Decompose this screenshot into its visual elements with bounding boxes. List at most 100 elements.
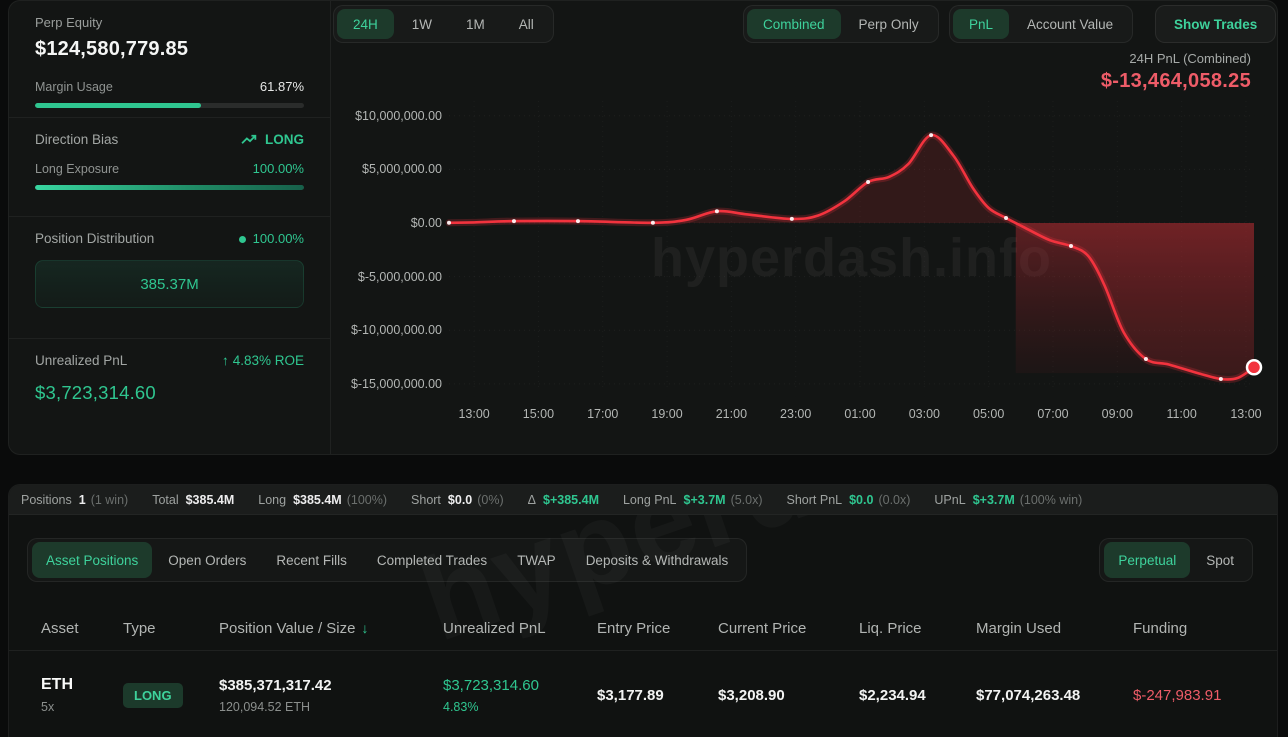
summary-sub: (0%) — [477, 493, 503, 507]
perp-equity-label: Perp Equity — [35, 15, 304, 30]
tab-completed-trades[interactable]: Completed Trades — [363, 542, 501, 578]
tab-deposits-withdrawals[interactable]: Deposits & Withdrawals — [572, 542, 743, 578]
metric-toggle: PnLAccount Value — [949, 5, 1133, 43]
x-tick-label: 07:00 — [1037, 407, 1068, 421]
data-point-marker — [715, 209, 719, 213]
position-side-badge: LONG — [123, 683, 183, 708]
metric-account-value[interactable]: Account Value — [1011, 9, 1129, 39]
column-label: Asset — [41, 620, 79, 637]
data-point-marker — [790, 217, 794, 221]
column-label: Funding — [1133, 620, 1187, 637]
chart-pnl-value: $-13,464,058.25 — [1101, 70, 1251, 93]
y-tick-label: $10,000,000.00 — [355, 109, 442, 123]
table-row[interactable]: ETH5xLONG$385,371,317.42120,094.52 ETH$3… — [9, 652, 1277, 737]
tab-recent-fills[interactable]: Recent Fills — [262, 542, 361, 578]
sort-desc-icon: ↓ — [361, 620, 368, 636]
x-tick-label: 13:00 — [458, 407, 489, 421]
funding-cell: $-247,983.91 — [1133, 687, 1277, 704]
column-label: Liq. Price — [859, 620, 922, 637]
y-tick-label: $0.00 — [411, 216, 442, 230]
y-tick-label: $-15,000,000.00 — [351, 377, 442, 391]
summary-long: Long$385.4M(100%) — [258, 493, 387, 507]
market-perpetual[interactable]: Perpetual — [1104, 542, 1190, 578]
summary-label: Short — [411, 493, 441, 507]
data-point-marker — [1069, 244, 1073, 248]
market-spot[interactable]: Spot — [1192, 542, 1248, 578]
tab-twap[interactable]: TWAP — [503, 542, 570, 578]
column-label: Entry Price — [597, 620, 670, 637]
column-label: Unrealized PnL — [443, 620, 546, 637]
show-trades-button[interactable]: Show Trades — [1155, 5, 1276, 43]
margin-used-cell: $77,074,263.48 — [976, 687, 1133, 704]
summary-label: Positions — [21, 493, 72, 507]
summary-value: 1 — [79, 493, 86, 507]
y-axis: $10,000,000.00 $5,000,000.00 $0.00 $-5,000,… — [9, 101, 442, 391]
time-range-all[interactable]: All — [503, 9, 550, 39]
cell-value: $77,074,263.48 — [976, 687, 1133, 704]
data-point-marker — [576, 219, 580, 223]
scope-combined[interactable]: Combined — [747, 9, 841, 39]
column-label: Margin Used — [976, 620, 1061, 637]
summary-value: $385.4M — [293, 493, 342, 507]
x-tick-label: 01:00 — [844, 407, 875, 421]
type-cell: LONG — [123, 683, 219, 708]
summary-value: $+385.4M — [543, 493, 599, 507]
time-range-1w[interactable]: 1W — [396, 9, 448, 39]
y-tick-label: $5,000,000.00 — [362, 162, 442, 176]
column-label: Position Value / Size — [219, 620, 355, 637]
x-tick-label: 23:00 — [780, 407, 811, 421]
column-header-position-value-size[interactable]: Position Value / Size ↓ — [219, 620, 443, 637]
summary-label: Total — [152, 493, 178, 507]
column-header-type[interactable]: Type — [123, 620, 219, 637]
tab-asset-positions[interactable]: Asset Positions — [32, 542, 152, 578]
summary-sub: (100%) — [347, 493, 387, 507]
column-label: Current Price — [718, 620, 806, 637]
cell-subvalue: 120,094.52 ETH — [219, 700, 443, 714]
column-header-margin-used[interactable]: Margin Used — [976, 620, 1133, 637]
summary-sub: (0.0x) — [878, 493, 910, 507]
column-header-liq-price[interactable]: Liq. Price — [859, 620, 976, 637]
summary-label: Long PnL — [623, 493, 677, 507]
summary-label: Short PnL — [787, 493, 843, 507]
column-label: Type — [123, 620, 156, 637]
x-tick-label: 19:00 — [651, 407, 682, 421]
tab-open-orders[interactable]: Open Orders — [154, 542, 260, 578]
column-header-funding[interactable]: Funding — [1133, 620, 1277, 637]
column-header-unrealized-pnl[interactable]: Unrealized PnL — [443, 620, 597, 637]
cell-value: $3,723,314.60 — [443, 677, 597, 694]
current-price-cell: $3,208.90 — [718, 687, 859, 704]
cell-value: $-247,983.91 — [1133, 687, 1277, 704]
data-point-marker — [1004, 216, 1008, 220]
data-point-marker — [512, 219, 516, 223]
scope-toggle: CombinedPerp Only — [743, 5, 939, 43]
cell-value: $385,371,317.42 — [219, 677, 443, 694]
asset-cell: ETH5x — [41, 676, 123, 714]
data-point-marker — [866, 180, 870, 184]
cell-value: $3,208.90 — [718, 687, 859, 704]
summary-value: $+3.7M — [684, 493, 726, 507]
summary-short: Short$0.0(0%) — [411, 493, 504, 507]
data-point-marker — [651, 221, 655, 225]
summary-value: $+3.7M — [973, 493, 1015, 507]
column-header-entry-price[interactable]: Entry Price — [597, 620, 718, 637]
summary-label: Δ — [528, 493, 536, 507]
overview-panel: Perp Equity $124,580,779.85 Margin Usage… — [8, 0, 1278, 455]
x-tick-label: 17:00 — [587, 407, 618, 421]
metric-pnl[interactable]: PnL — [953, 9, 1009, 39]
summary-: Δ $+385.4M — [528, 493, 599, 507]
pnl-chart[interactable] — [449, 101, 1254, 391]
summary-total: Total$385.4M — [152, 493, 234, 507]
column-header-current-price[interactable]: Current Price — [718, 620, 859, 637]
scope-perp-only[interactable]: Perp Only — [843, 9, 935, 39]
time-range-24h[interactable]: 24H — [337, 9, 394, 39]
y-tick-label: $-5,000,000.00 — [358, 270, 442, 284]
summary-sub: (1 win) — [91, 493, 129, 507]
summary-positions: Positions 1 (1 win) — [21, 493, 128, 507]
summary-upnl: UPnL$+3.7M(100% win) — [934, 493, 1082, 507]
chart-title: 24H PnL (Combined) — [1101, 51, 1251, 66]
cell-value: $2,234.94 — [859, 687, 976, 704]
x-tick-label: 21:00 — [716, 407, 747, 421]
column-header-asset[interactable]: Asset — [41, 620, 123, 637]
time-range-1m[interactable]: 1M — [450, 9, 501, 39]
x-axis: 13:0015:0017:0019:0021:0023:0001:0003:00… — [449, 407, 1254, 423]
